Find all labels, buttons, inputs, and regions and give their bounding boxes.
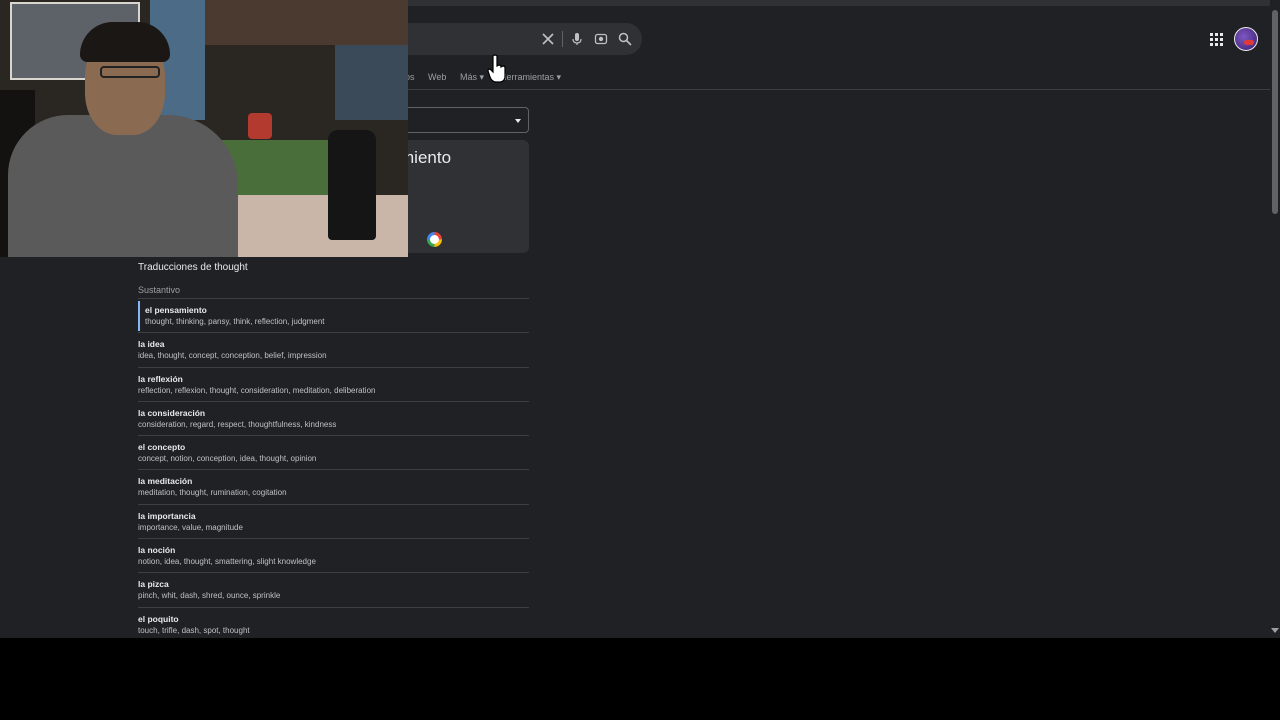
lens-icon[interactable] [593,31,609,47]
translation-row[interactable]: la idea idea, thought, concept, concepti… [138,332,529,366]
close-icon[interactable] [540,31,556,47]
translation-word: la noción [138,545,176,556]
account-avatar[interactable] [1234,27,1258,51]
part-of-speech-label: Sustantivo [138,285,181,295]
translation-synonyms: touch, trifle, dash, spot, thought [138,625,250,635]
translation-word: la reflexión [138,373,183,384]
translation-row[interactable]: la reflexión reflection, reflexion, thou… [138,366,529,401]
google-logo-icon [427,232,442,247]
webcam-person-body [8,115,238,257]
translation-row[interactable]: el pensamiento thought, thinking, pansy,… [138,298,529,332]
translation-synonyms: consideration, regard, respect, thoughtf… [138,419,337,429]
mic-icon[interactable] [569,31,585,47]
translation-word: la consideración [138,407,206,418]
webcam-tablecloth [230,195,408,257]
webcam-fridge [335,45,408,120]
tab-web[interactable]: Web [428,72,446,82]
webcam-bottle [328,130,376,240]
translation-row[interactable]: la noción notion, idea, thought, smatter… [138,538,529,572]
tab-tools[interactable]: Herramientas ▾ [500,72,561,83]
tab-tools-label: Herramientas [500,72,555,82]
webcam-overlay [0,0,408,257]
translation-row[interactable]: la meditación meditation, thought, rumin… [138,469,529,503]
translation-word: el concepto [138,442,186,453]
translation-synonyms: concept, notion, conception, idea, thoug… [138,454,317,464]
translation-row[interactable]: el concepto concept, notion, conception,… [138,435,529,469]
translation-row[interactable]: la consideración consideration, regard, … [138,400,529,435]
translation-row[interactable]: la importancia importance, value, magnit… [138,503,529,538]
translation-synonyms: reflection, reflexion, thought, consider… [138,385,376,395]
search-icon[interactable] [617,31,633,47]
scroll-down-arrow-icon[interactable] [1271,628,1279,633]
translation-row[interactable]: la pizca pinch, whit, dash, shred, ounce… [138,572,529,606]
translation-word: la importancia [138,510,196,521]
translation-word: la pizca [138,579,169,590]
letterbox-bottom [0,638,1280,720]
webcam-person-glasses [100,66,160,78]
search-divider [562,31,563,47]
translations-title: Traducciones de thought [138,262,248,273]
translation-word: el pensamiento [145,305,207,315]
translation-word: la meditación [138,476,193,487]
translation-row[interactable]: el poquito touch, trifle, dash, spot, th… [138,606,529,638]
translation-synonyms: importance, value, magnitude [138,522,243,532]
translation-synonyms: thought, thinking, pansy, think, reflect… [145,317,325,326]
translation-synonyms: pinch, whit, dash, shred, ounce, sprinkl… [138,591,281,601]
webcam-red-object [248,113,272,139]
webcam-shelf [205,0,408,45]
chevron-down-icon [515,119,521,123]
webcam-person-hair [80,22,170,62]
apps-grid-icon[interactable] [1210,33,1223,46]
tab-more[interactable]: Más ▾ [460,72,484,83]
translations-list: el pensamiento thought, thinking, pansy,… [138,298,529,638]
translation-synonyms: idea, thought, concept, conception, beli… [138,351,327,361]
scrollbar-thumb[interactable] [1272,10,1278,214]
hand-cursor-icon [487,54,507,84]
translation-synonyms: notion, idea, thought, smattering, sligh… [138,557,316,567]
browser-viewport: os Web Más ▾ Herramientas ▾ miento Tradu… [0,0,1280,638]
tab-more-label: Más [460,72,478,82]
translation-word: el poquito [138,613,179,624]
translation-word: la idea [138,339,165,350]
translation-synonyms: meditation, thought, rumination, cogitat… [138,488,287,498]
